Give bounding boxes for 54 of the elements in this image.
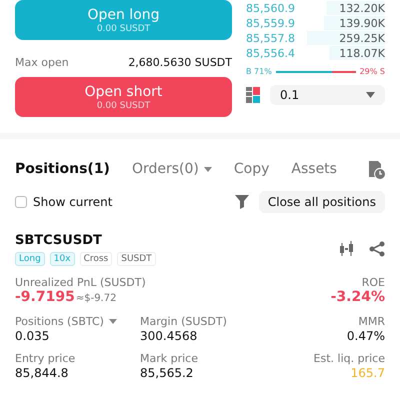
tab[interactable]: Copy — [234, 161, 270, 177]
share-icon[interactable] — [369, 241, 385, 257]
tab[interactable]: Orders(0) — [132, 161, 212, 177]
tag: SUSDT — [117, 252, 156, 266]
roe-label: ROE — [362, 276, 385, 289]
order-book-row[interactable]: 85,557.8 259.25K — [246, 31, 385, 45]
pnl-usd: ≈$-9.72 — [76, 293, 116, 304]
pnl-value: -9.7195 — [15, 289, 75, 305]
field-label: MMR — [358, 315, 385, 328]
field-label: Est. liq. price — [314, 352, 385, 365]
bid-size: 259.25K — [339, 32, 385, 44]
bid-price: 85,556.4 — [246, 46, 295, 60]
caret-icon[interactable] — [108, 319, 117, 324]
bid-size: 118.07K — [339, 46, 385, 60]
field-value: 165.7 — [350, 366, 385, 380]
order-book-row[interactable]: 85,559.9 139.90K — [246, 16, 385, 30]
tab[interactable]: Assets — [291, 161, 337, 177]
close-all-button[interactable]: Close all positions — [258, 191, 385, 213]
max-open-label: Max open — [15, 56, 69, 69]
caret-icon — [204, 166, 212, 172]
precision-select[interactable]: 0.1 — [270, 85, 385, 105]
field-label: Mark price — [140, 352, 198, 365]
field-value: 85,844.8 — [15, 366, 70, 380]
open-short-button[interactable]: Open short 0.00 SUSDT — [15, 77, 232, 117]
tab[interactable]: Positions(1) — [15, 161, 110, 177]
history-icon[interactable] — [367, 159, 385, 179]
pnl-label: Unrealized PnL (SUSDT) — [15, 276, 146, 289]
field-value: 0.47% — [346, 329, 385, 343]
order-book-row[interactable]: 85,556.4 118.07K — [246, 46, 385, 60]
filter-icon[interactable] — [234, 195, 249, 209]
roe-value: -3.24% — [330, 289, 385, 305]
field-value: 85,565.2 — [140, 366, 194, 380]
layout-icon[interactable] — [246, 87, 260, 103]
show-current-checkbox[interactable]: Show current — [15, 195, 112, 209]
bid-price: 85,557.8 — [246, 32, 295, 44]
field-value: 0.035 — [15, 329, 50, 343]
tag: Cross — [80, 252, 112, 266]
candlestick-icon[interactable] — [339, 241, 355, 257]
symbol: SBTCSUSDT — [15, 233, 103, 248]
bid-price: 85,560.9 — [246, 2, 295, 14]
bid-size: 139.90K — [339, 16, 385, 30]
buy-ratio: B 71% — [246, 67, 272, 76]
bid-size: 132.20K — [339, 2, 385, 14]
field-label: Entry price — [15, 352, 76, 365]
tag: 10x — [50, 252, 75, 266]
order-book-row[interactable]: 85,560.9 132.20K — [246, 1, 385, 15]
field-value: 300.4568 — [140, 329, 198, 343]
max-open-value: 2,680.5630 SUSDT — [128, 56, 232, 69]
field-label: Margin (SUSDT) — [140, 315, 227, 328]
bid-price: 85,559.9 — [246, 16, 295, 30]
sell-ratio: 29% S — [360, 67, 385, 76]
field-label: Positions (SBTC) — [15, 315, 104, 328]
tag: Long — [15, 252, 45, 266]
caret-icon — [366, 92, 375, 98]
